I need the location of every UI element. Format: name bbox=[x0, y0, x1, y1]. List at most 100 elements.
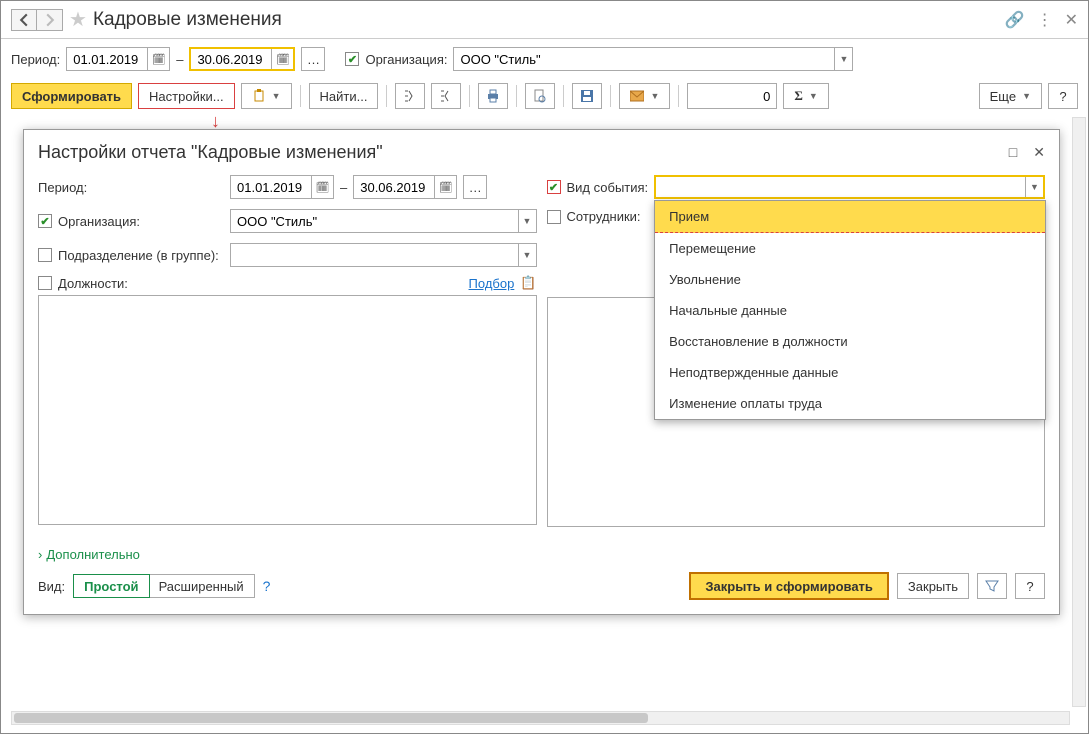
chevron-down-icon[interactable]: ▼ bbox=[834, 48, 852, 70]
clipboard-paste-icon[interactable]: 📋 bbox=[520, 275, 536, 291]
separator bbox=[386, 85, 387, 107]
print-button[interactable] bbox=[478, 83, 508, 109]
link-icon[interactable]: 🔗 bbox=[1005, 10, 1025, 30]
view-simple-tab[interactable]: Простой bbox=[73, 574, 149, 598]
event-option[interactable]: Прием bbox=[655, 201, 1045, 233]
close-window-button[interactable]: ✕ bbox=[1065, 10, 1078, 30]
chevron-down-icon: ▼ bbox=[809, 91, 818, 101]
content-area: ↓ Настройки отчета "Кадровые изменения" … bbox=[1, 117, 1088, 727]
filter-button[interactable] bbox=[977, 573, 1007, 599]
dialog-maximize-button[interactable]: □ bbox=[1009, 144, 1017, 161]
event-option[interactable]: Неподтвержденные данные bbox=[655, 357, 1045, 388]
nav-forward-button[interactable] bbox=[37, 9, 63, 31]
sigma-icon: Σ bbox=[794, 88, 803, 104]
dlg-org-input[interactable] bbox=[231, 210, 518, 232]
positions-listbox[interactable] bbox=[38, 295, 537, 525]
chevron-down-icon: ▼ bbox=[1022, 91, 1031, 101]
view-extended-tab[interactable]: Расширенный bbox=[149, 575, 254, 597]
view-help-link[interactable]: ? bbox=[263, 578, 271, 594]
dlg-date-to-field[interactable]: 🗓 bbox=[353, 175, 457, 199]
positions-column: Должности: Подбор 📋 bbox=[38, 275, 537, 527]
date-from-field[interactable]: 🗓 bbox=[66, 47, 170, 71]
chevron-right-icon: › bbox=[38, 547, 42, 562]
event-option[interactable]: Увольнение bbox=[655, 264, 1045, 295]
dlg-period-label: Период: bbox=[38, 180, 87, 195]
dlg-date-from-field[interactable]: 🗓 bbox=[230, 175, 334, 199]
dlg-event-row: ✔ Вид события: ▼ Прием Перемещение bbox=[547, 175, 1046, 199]
calendar-icon[interactable]: 🗓 bbox=[271, 49, 293, 69]
org-checkbox[interactable]: ✔ bbox=[345, 52, 359, 66]
dlg-dept-label: Подразделение (в группе): bbox=[58, 248, 219, 263]
calendar-icon[interactable]: 🗓 bbox=[311, 176, 333, 198]
dlg-event-combo[interactable]: ▼ bbox=[654, 175, 1045, 199]
dlg-help-button[interactable]: ? bbox=[1015, 573, 1045, 599]
dlg-org-combo[interactable]: ▼ bbox=[230, 209, 537, 233]
tree-expand-icon bbox=[403, 89, 417, 103]
find-button[interactable]: Найти... bbox=[309, 83, 379, 109]
dlg-event-checkbox[interactable]: ✔ bbox=[547, 180, 561, 194]
dlg-dept-checkbox[interactable] bbox=[38, 248, 52, 262]
date-from-input[interactable] bbox=[67, 48, 147, 70]
dialog-close-button[interactable]: ✕ bbox=[1033, 144, 1045, 161]
org-label: Организация: bbox=[365, 52, 447, 67]
mail-button[interactable]: ▼ bbox=[619, 83, 670, 109]
more-button[interactable]: Еще▼ bbox=[979, 83, 1042, 109]
dlg-period-row: Период: 🗓 – 🗓 … bbox=[38, 175, 537, 199]
event-option[interactable]: Перемещение bbox=[655, 233, 1045, 264]
tree-collapse-icon bbox=[439, 89, 453, 103]
preview-button[interactable] bbox=[525, 83, 555, 109]
dlg-employees-checkbox[interactable] bbox=[547, 210, 561, 224]
dash-label: – bbox=[176, 52, 183, 67]
calendar-icon[interactable]: 🗓 bbox=[147, 48, 169, 70]
printer-icon bbox=[486, 89, 500, 103]
dlg-event-input[interactable] bbox=[656, 177, 1025, 197]
period-label: Период: bbox=[11, 52, 60, 67]
dlg-period-picker-button[interactable]: … bbox=[463, 175, 487, 199]
nav-back-button[interactable] bbox=[11, 9, 37, 31]
toolbar: Сформировать Настройки... ▼ Найти... bbox=[1, 79, 1088, 117]
save-button[interactable] bbox=[572, 83, 602, 109]
expand-link[interactable]: › Дополнительно bbox=[38, 547, 1045, 562]
collapse-tree-button[interactable] bbox=[431, 83, 461, 109]
dlg-date-to-input[interactable] bbox=[354, 176, 434, 198]
close-and-form-button[interactable]: Закрыть и сформировать bbox=[689, 572, 889, 600]
date-to-field[interactable]: 🗓 bbox=[189, 47, 295, 71]
dlg-event-combo-wrap: ▼ Прием Перемещение Увольнение Начальные… bbox=[654, 175, 1045, 199]
dlg-dept-combo[interactable]: ▼ bbox=[230, 243, 537, 267]
expand-tree-button[interactable] bbox=[395, 83, 425, 109]
dialog-body: Период: 🗓 – 🗓 … bbox=[24, 171, 1059, 537]
view-toggle: Простой Расширенный bbox=[73, 574, 255, 598]
event-option[interactable]: Восстановление в должности bbox=[655, 326, 1045, 357]
help-button[interactable]: ? bbox=[1048, 83, 1078, 109]
separator bbox=[516, 85, 517, 107]
sigma-button[interactable]: Σ ▼ bbox=[783, 83, 828, 109]
floppy-icon bbox=[580, 89, 594, 103]
sum-field[interactable] bbox=[687, 83, 777, 109]
calendar-icon[interactable]: 🗓 bbox=[434, 176, 456, 198]
event-option[interactable]: Изменение оплаты труда bbox=[655, 388, 1045, 419]
star-icon[interactable]: ★ bbox=[69, 7, 87, 32]
org-combo[interactable]: ▼ bbox=[453, 47, 853, 71]
dlg-dept-input[interactable] bbox=[231, 244, 518, 266]
scrollbar-thumb[interactable] bbox=[14, 713, 648, 723]
dlg-close-button[interactable]: Закрыть bbox=[897, 573, 969, 599]
date-to-input[interactable] bbox=[191, 49, 271, 69]
chevron-down-icon[interactable]: ▼ bbox=[518, 210, 536, 232]
dash-label: – bbox=[340, 180, 347, 195]
paste-button[interactable]: ▼ bbox=[241, 83, 292, 109]
dlg-positions-checkbox[interactable] bbox=[38, 276, 52, 290]
more-icon[interactable]: ⋮ bbox=[1037, 10, 1053, 30]
window-title: Кадровые изменения bbox=[93, 9, 282, 31]
chevron-down-icon[interactable]: ▼ bbox=[518, 244, 536, 266]
dlg-org-checkbox[interactable]: ✔ bbox=[38, 214, 52, 228]
dlg-date-from-input[interactable] bbox=[231, 176, 311, 198]
horizontal-scrollbar[interactable] bbox=[11, 711, 1070, 725]
vertical-scrollbar[interactable] bbox=[1072, 117, 1086, 707]
form-button[interactable]: Сформировать bbox=[11, 83, 132, 109]
settings-button[interactable]: Настройки... bbox=[138, 83, 235, 109]
chevron-down-icon[interactable]: ▼ bbox=[1025, 177, 1043, 197]
org-input[interactable] bbox=[454, 48, 834, 70]
period-picker-button[interactable]: … bbox=[301, 47, 325, 71]
event-option[interactable]: Начальные данные bbox=[655, 295, 1045, 326]
select-link[interactable]: Подбор bbox=[469, 276, 515, 291]
